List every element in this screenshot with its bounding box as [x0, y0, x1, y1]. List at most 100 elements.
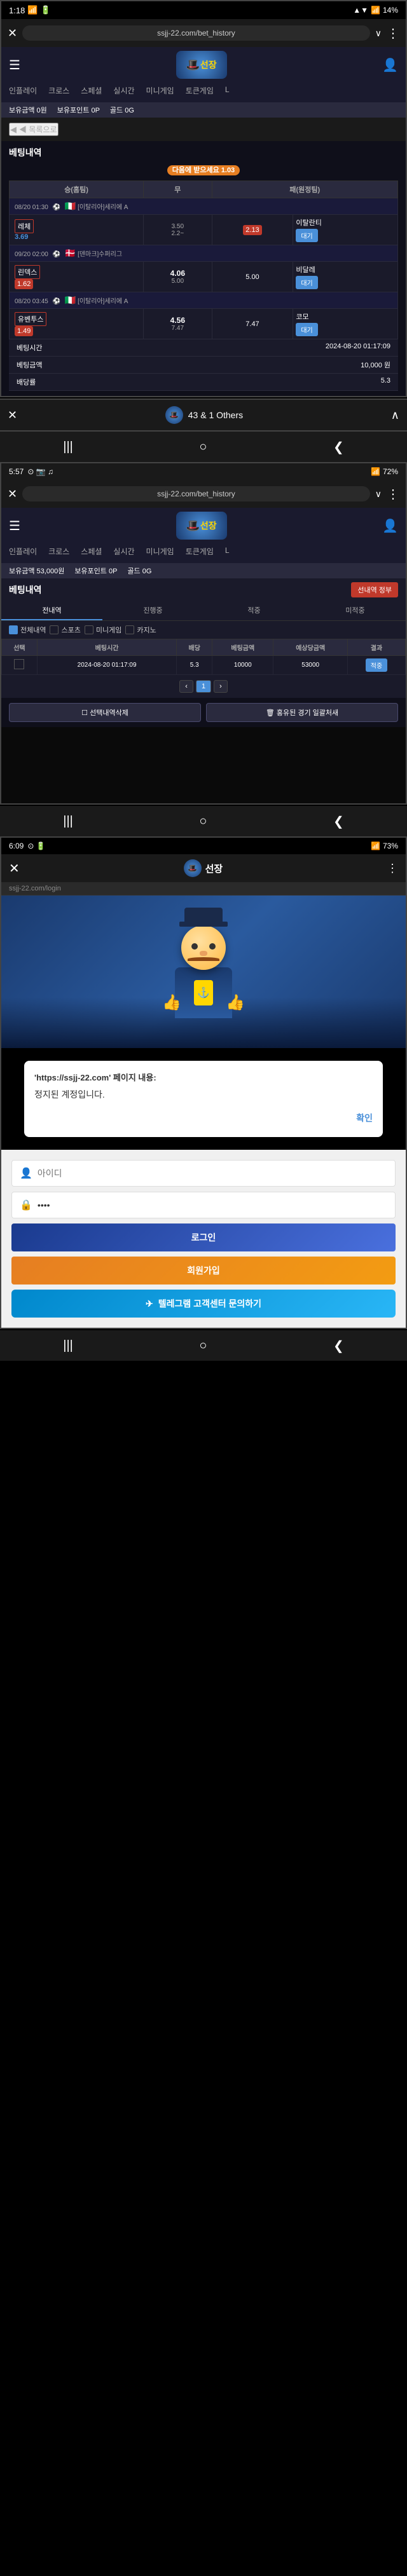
table-header-row: 선택 베팅시간 배당 베팅금액 예상당금액 결과	[2, 639, 406, 656]
tab-cross[interactable]: 크로스	[43, 83, 74, 100]
tab-inplay[interactable]: 인플레이	[4, 83, 42, 100]
sys-back-btn-1[interactable]: |||	[63, 440, 73, 454]
tab-inplay-2[interactable]: 인플레이	[4, 543, 42, 561]
sys-home-btn-3[interactable]: ○	[199, 1339, 207, 1353]
tab-more-2[interactable]: L	[220, 543, 235, 561]
sys-recent-btn-3[interactable]: ❮	[333, 1338, 344, 1354]
hero-eye-right	[209, 943, 216, 950]
col-draw: 무	[144, 181, 212, 198]
alert-confirm-btn[interactable]: 확인	[356, 1112, 373, 1124]
page-next-btn[interactable]: ›	[214, 680, 228, 693]
hero-hat-brim	[179, 922, 228, 927]
sys-recent-btn-2[interactable]: ❮	[333, 814, 344, 829]
system-nav-2: ||| ○ ❮	[0, 806, 407, 836]
back-btn-1[interactable]: ◀ ◀ 목록으로	[9, 123, 59, 136]
away-team-3: 코모 대기	[293, 309, 398, 339]
tab-realtime[interactable]: 실시간	[108, 83, 139, 100]
tab-special-2[interactable]: 스페셜	[76, 543, 107, 561]
hamburger-icon-1[interactable]: ☰	[9, 57, 20, 73]
close-app-btn[interactable]: ✕	[9, 861, 20, 876]
filter-casino-label: 카지노	[137, 625, 156, 635]
col-result: 결과	[347, 639, 405, 656]
telegram-btn[interactable]: ✈ 텔레그램 고객센터 문의하기	[11, 1290, 396, 1318]
check-all[interactable]	[9, 625, 18, 634]
url-bar-2[interactable]: ssjj-22.com/bet_history	[22, 486, 370, 501]
user-icon-2[interactable]: 👤	[382, 518, 398, 534]
draw-odds-3: 4.56 7.47	[144, 309, 212, 339]
sys-recent-btn-1[interactable]: ❮	[333, 439, 344, 455]
sys-chevron-icon: ❮	[333, 814, 344, 829]
more-btn-1[interactable]: ⋮	[387, 25, 399, 41]
sys-home-btn-1[interactable]: ○	[199, 440, 207, 454]
tab-minigame[interactable]: 미니게임	[141, 83, 179, 100]
betting-title-1: 베팅내역	[9, 146, 398, 159]
status-left-2: 5:57 ⊙ 📷 ♫	[9, 467, 53, 476]
manage-btn[interactable]: 선내역 정부	[351, 582, 398, 597]
balance-label-2: 보유금액 53,000원	[9, 566, 64, 576]
task-expand-btn[interactable]: ∧	[391, 409, 399, 422]
user-icon-1[interactable]: 👤	[382, 57, 398, 73]
down-arrow: ∨	[375, 28, 382, 39]
tab-special[interactable]: 스페셜	[76, 83, 107, 100]
info-odds-row: 배당률 5.3	[9, 374, 398, 391]
filter-tab-progress[interactable]: 진행중	[102, 601, 204, 620]
more-btn-2[interactable]: ⋮	[387, 486, 399, 502]
close-tab-btn-1[interactable]: ✕	[8, 27, 17, 40]
battery-1: 14%	[383, 6, 398, 15]
hero-character-area: ⚓ 👍 👍	[175, 925, 232, 1018]
match-row-3-header: 08/20 03:45 ⚽ 🇮🇹 [이탈리아]세리에 A	[10, 292, 398, 309]
result-btn[interactable]: 적중	[366, 658, 387, 672]
row-time: 2024-08-20 01:17:09	[37, 656, 176, 675]
page-current-btn[interactable]: 1	[196, 680, 211, 693]
status-left: 1:18 📶 🔋	[9, 5, 51, 15]
close-tab-btn-2[interactable]: ✕	[8, 487, 17, 501]
filter-mini: 미니게임	[85, 625, 121, 635]
app-more-btn[interactable]: ⋮	[387, 862, 398, 875]
signal-icons-3: 📶 73%	[371, 842, 398, 850]
batch-delete-btn[interactable]: 🗑 홍유된 경기 일괄처새	[206, 703, 398, 722]
sys-home-btn-2[interactable]: ○	[199, 814, 207, 829]
check-casino[interactable]	[125, 625, 134, 634]
url-bar-1[interactable]: ssjj-22.com/bet_history	[22, 25, 370, 41]
tab-tokengame[interactable]: 토큰게임	[181, 83, 219, 100]
logo-2: 🎩 선장	[176, 512, 227, 540]
delete-selected-btn[interactable]: ☐ 선택내역삭제	[9, 703, 201, 722]
tab-more[interactable]: L	[220, 83, 235, 100]
filter-tab-all[interactable]: 전내역	[1, 601, 102, 620]
pw-input[interactable]	[38, 1200, 387, 1210]
multiplier-badge: 다음에 받으세요 1.03	[167, 165, 240, 175]
hero-emblem: ⚓	[194, 980, 213, 1005]
register-btn[interactable]: 회원가입	[11, 1257, 396, 1285]
flag-2: 🇩🇰	[65, 248, 76, 258]
sys-back-btn-2[interactable]: |||	[63, 814, 73, 829]
tab-realtime-2[interactable]: 실시간	[108, 543, 139, 561]
gold-label-2: 골드 0G	[127, 566, 151, 576]
check-sports[interactable]	[50, 625, 59, 634]
tab-cross-2[interactable]: 크로스	[43, 543, 74, 561]
col-bet-time: 베팅시간	[37, 639, 176, 656]
info-time-row: 베팅시간 2024-08-20 01:17:09	[9, 339, 398, 357]
info-odds-val: 5.3	[381, 377, 390, 387]
tab-minigame-2[interactable]: 미니게임	[141, 543, 179, 561]
filter-tab-miss[interactable]: 미적중	[305, 601, 406, 620]
system-nav-1: ||| ○ ❮	[0, 432, 407, 462]
tab-tokengame-2[interactable]: 토큰게임	[181, 543, 219, 561]
home-team-1: 레체 3.69	[10, 215, 144, 245]
hamburger-icon-2[interactable]: ☰	[9, 518, 20, 534]
info-amount-label: 베팅금액	[17, 360, 42, 370]
col-bet-amount: 베팅금액	[212, 639, 273, 656]
sys-back-btn-3[interactable]: |||	[63, 1339, 73, 1353]
filter-tab-hit[interactable]: 적중	[204, 601, 305, 620]
task-close-btn[interactable]: ✕	[8, 409, 17, 422]
task-title: 43 & 1 Others	[188, 410, 243, 420]
info-time-label: 베팅시간	[17, 343, 42, 353]
row-checkbox[interactable]	[14, 659, 24, 669]
match-row-3: 유벤투스 1.49 4.56 7.47 7.47 코모	[10, 309, 398, 339]
page-prev-btn[interactable]: ‹	[179, 680, 193, 693]
match-row-2: 린덱스 1.62 4.06 5.00 5.00 비달레	[10, 262, 398, 292]
check-mini[interactable]	[85, 625, 93, 634]
id-input[interactable]	[38, 1168, 387, 1178]
login-btn[interactable]: 로그인	[11, 1223, 396, 1251]
col-away: 패(원정팀)	[212, 181, 397, 198]
app-url-bar[interactable]: ssjj-22.com/login	[1, 882, 406, 896]
